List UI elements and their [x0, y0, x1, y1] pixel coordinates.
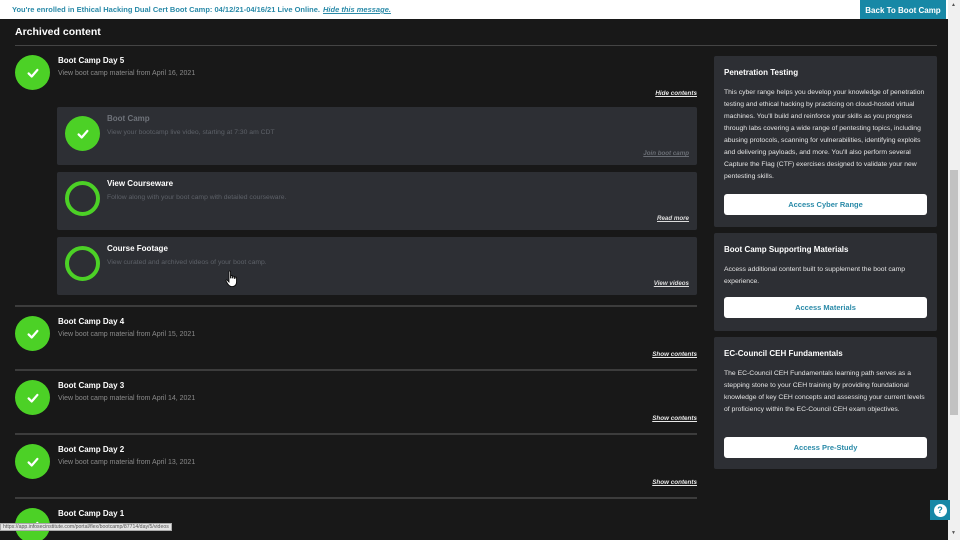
day-subtitle: View boot camp material from April 13, 2…	[58, 459, 196, 466]
day-section-4: Boot Camp Day 4 View boot camp material …	[15, 316, 697, 366]
day-title[interactable]: Boot Camp Day 3	[58, 381, 124, 390]
show-contents-link[interactable]: Show contents	[652, 351, 697, 358]
incomplete-ring-icon	[65, 246, 100, 281]
banner-text: You're enrolled in Ethical Hacking Dual …	[12, 5, 320, 14]
item-title: Course Footage	[107, 244, 168, 253]
card-title: Boot Camp Supporting Materials	[724, 245, 849, 254]
day-section-3: Boot Camp Day 3 View boot camp material …	[15, 380, 697, 430]
access-cyber-range-button[interactable]: Access Cyber Range	[724, 194, 927, 215]
card-title: EC-Council CEH Fundamentals	[724, 349, 843, 358]
status-bar-url: https://app.infosecinstitute.com/portal/…	[0, 523, 172, 531]
help-button[interactable]: ?	[930, 500, 950, 520]
card-body: This cyber range helps you develop your …	[724, 89, 925, 180]
day-title[interactable]: Boot Camp Day 1	[58, 509, 124, 518]
completed-check-icon	[15, 444, 50, 479]
ceh-fundamentals-card: EC-Council CEH Fundamentals The EC-Counc…	[714, 337, 937, 469]
page-scrollbar[interactable]: ▲ ▼	[948, 0, 960, 540]
join-boot-camp-link[interactable]: Join boot camp	[643, 150, 689, 157]
incomplete-ring-icon	[65, 181, 100, 216]
completed-check-icon	[15, 380, 50, 415]
supporting-materials-card: Boot Camp Supporting Materials Access ad…	[714, 233, 937, 331]
content-item-boot-camp[interactable]: Boot Camp View your bootcamp live video,…	[57, 107, 697, 165]
penetration-testing-card: Penetration Testing This cyber range hel…	[714, 56, 937, 227]
content-item-view-courseware[interactable]: View Courseware Follow along with your b…	[57, 172, 697, 230]
card-body: The EC-Council CEH Fundamentals learning…	[724, 370, 925, 413]
item-title: View Courseware	[107, 179, 174, 188]
back-to-boot-camp-button[interactable]: Back To Boot Camp	[860, 0, 946, 20]
card-body: Access additional content built to suppl…	[724, 266, 905, 285]
scrollbar-thumb[interactable]	[950, 170, 958, 415]
completed-check-icon	[15, 55, 50, 90]
show-contents-link[interactable]: Show contents	[652, 479, 697, 486]
main-content: Archived content Boot Camp Day 5 View bo…	[0, 19, 948, 540]
read-more-link[interactable]: Read more	[657, 215, 689, 222]
banner-message: You're enrolled in Ethical Hacking Dual …	[12, 5, 391, 14]
day-subtitle: View boot camp material from April 14, 2…	[58, 395, 196, 402]
view-videos-link[interactable]: View videos	[654, 280, 689, 287]
content-item-course-footage[interactable]: Course Footage View curated and archived…	[57, 237, 697, 295]
day-divider	[15, 305, 697, 307]
day-title[interactable]: Boot Camp Day 2	[58, 445, 124, 454]
day-subtitle: View boot camp material from April 15, 2…	[58, 331, 196, 338]
day-title[interactable]: Boot Camp Day 4	[58, 317, 124, 326]
scroll-up-arrow-icon[interactable]: ▲	[951, 2, 956, 8]
page-title: Archived content	[15, 26, 101, 38]
access-materials-button[interactable]: Access Materials	[724, 297, 927, 318]
completed-check-icon	[65, 116, 100, 151]
item-description: View curated and archived videos of your…	[107, 259, 267, 266]
day-divider	[15, 497, 697, 499]
day-divider	[15, 369, 697, 371]
item-description: View your bootcamp live video, starting …	[107, 129, 275, 136]
hide-contents-link[interactable]: Hide contents	[655, 90, 697, 97]
card-title: Penetration Testing	[724, 68, 799, 77]
completed-check-icon	[15, 316, 50, 351]
item-title: Boot Camp	[107, 114, 150, 123]
access-pre-study-button[interactable]: Access Pre-Study	[724, 437, 927, 458]
day-title[interactable]: Boot Camp Day 5	[58, 56, 124, 65]
item-description: Follow along with your boot camp with de…	[107, 194, 287, 201]
question-mark-icon: ?	[933, 503, 947, 517]
scroll-down-arrow-icon[interactable]: ▼	[951, 530, 956, 536]
day-divider	[15, 433, 697, 435]
day-section-2: Boot Camp Day 2 View boot camp material …	[15, 444, 697, 494]
hand-cursor-icon	[225, 270, 237, 287]
enrollment-banner: You're enrolled in Ethical Hacking Dual …	[0, 0, 948, 19]
title-divider	[15, 45, 937, 46]
day-subtitle: View boot camp material from April 16, 2…	[58, 70, 196, 77]
show-contents-link[interactable]: Show contents	[652, 415, 697, 422]
hide-message-link[interactable]: Hide this message.	[323, 5, 391, 14]
